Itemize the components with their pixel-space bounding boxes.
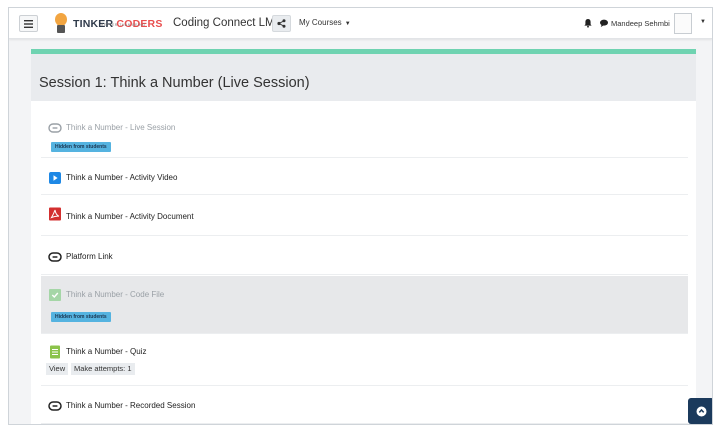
link-icon [48, 252, 62, 262]
activity-platform-link[interactable]: Platform Link [41, 237, 688, 275]
activity-title[interactable]: Think a Number - Activity Document [66, 212, 194, 221]
avatar[interactable] [674, 13, 692, 34]
hidden-from-students-badge: Hidden from students [51, 142, 111, 152]
my-courses-label: My Courses [299, 18, 342, 27]
bell-icon[interactable] [583, 18, 593, 28]
view-chip: View [46, 363, 69, 375]
activity-document[interactable]: Think a Number - Activity Document [41, 196, 688, 236]
quiz-icon [50, 345, 60, 359]
site-logo[interactable]: TINKER CODERS BETTER THAN BEING [53, 12, 163, 36]
activity-title[interactable]: Think a Number - Code File [66, 290, 164, 299]
activity-quiz[interactable]: Think a Number - Quiz View Make attempts… [41, 335, 688, 386]
link-icon [48, 401, 62, 411]
scroll-to-top-button[interactable] [688, 398, 712, 424]
link-icon [48, 123, 62, 133]
activity-code-file[interactable]: Think a Number - Code File Hidden from s… [41, 276, 688, 334]
activity-recorded-session[interactable]: Think a Number - Recorded Session [41, 387, 688, 424]
chevron-down-icon: ▼ [344, 21, 351, 27]
section-header: Session 1: Think a Number (Live Session) [31, 54, 696, 101]
course-section: Session 1: Think a Number (Live Session)… [31, 49, 696, 424]
activity-live-session[interactable]: Think a Number - Live Session Hidden fro… [41, 112, 688, 158]
arrow-up-icon [696, 406, 706, 416]
activity-video[interactable]: Think a Number - Activity Video [41, 159, 688, 195]
activity-title[interactable]: Think a Number - Recorded Session [66, 401, 195, 410]
section-title: Session 1: Think a Number (Live Session) [39, 75, 310, 91]
hamburger-icon[interactable] [19, 15, 38, 32]
my-courses-menu[interactable]: My Courses ▼ [299, 18, 351, 27]
logo-tagline: BETTER THAN BEING [101, 23, 146, 27]
share-button[interactable] [272, 15, 291, 32]
activity-title[interactable]: Think a Number - Activity Video [66, 173, 177, 182]
share-icon [277, 19, 286, 28]
site-name[interactable]: Coding Connect LMS [173, 17, 282, 29]
activity-title[interactable]: Platform Link [66, 252, 113, 261]
user-name[interactable]: Mandeep Sehmbi [611, 19, 670, 28]
browser-viewport: TINKER CODERS BETTER THAN BEING Coding C… [8, 7, 713, 425]
activity-title[interactable]: Think a Number - Live Session [66, 123, 175, 132]
user-menu-chevron-icon[interactable]: ▼ [700, 19, 706, 25]
activity-title[interactable]: Think a Number - Quiz [66, 347, 146, 356]
hidden-from-students-badge: Hidden from students [51, 312, 111, 322]
video-icon [49, 172, 61, 184]
top-navbar: TINKER CODERS BETTER THAN BEING Coding C… [9, 8, 712, 39]
chat-icon[interactable] [599, 18, 609, 28]
pdf-icon [49, 207, 61, 221]
lightbulb-icon [53, 13, 69, 35]
file-icon [49, 289, 61, 301]
attempts-chip: Make attempts: 1 [71, 363, 135, 375]
